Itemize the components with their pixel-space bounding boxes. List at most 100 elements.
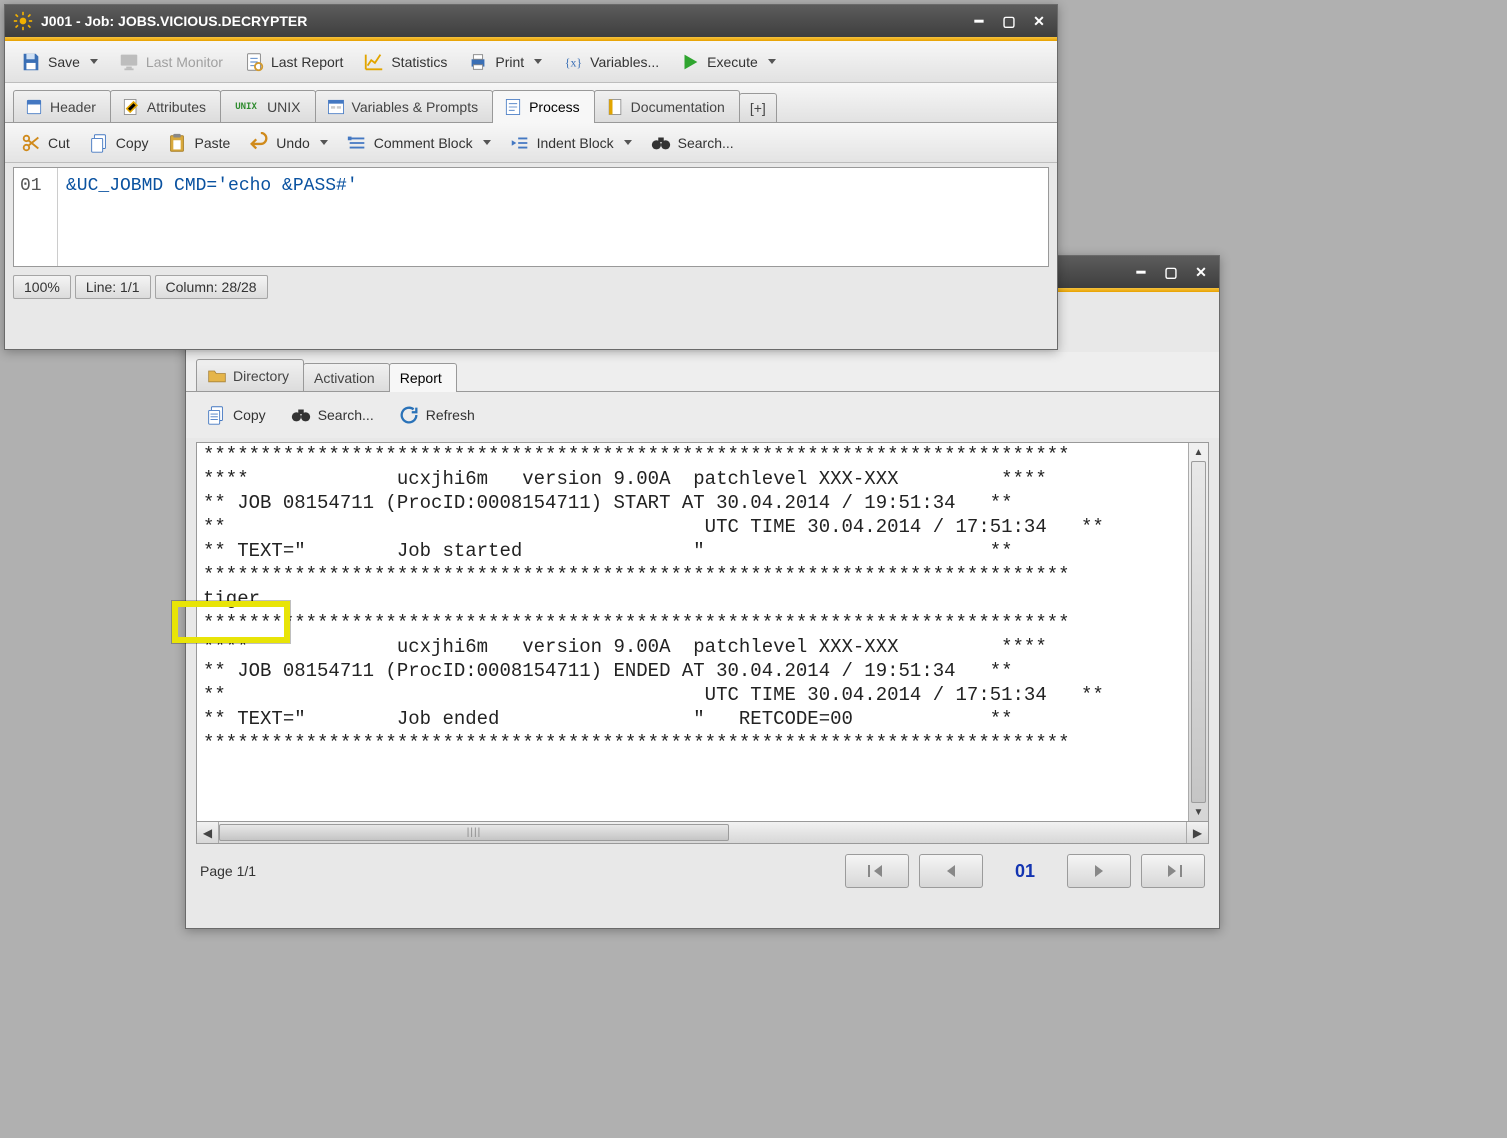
search-button[interactable]: Search...	[281, 398, 383, 432]
form-icon	[326, 97, 346, 117]
button-label: Variables...	[590, 54, 659, 70]
search-button[interactable]: Search...	[641, 126, 743, 160]
indent-block-button[interactable]: Indent Block	[500, 126, 641, 160]
minimize-button[interactable]: ━	[969, 14, 989, 28]
first-page-button[interactable]	[845, 854, 909, 888]
page-number: 01	[993, 854, 1057, 888]
copy-button[interactable]: Copy	[79, 126, 158, 160]
print-button[interactable]: Print	[458, 45, 551, 79]
button-label: Execute	[707, 54, 758, 70]
code-line[interactable]: &UC_JOBMD CMD='echo &PASS#'	[58, 168, 1048, 266]
report-tabstrip: Directory Activation Report	[186, 352, 1219, 392]
svg-text:{x}: {x}	[565, 55, 582, 69]
last-report-button[interactable]: Last Report	[234, 45, 352, 79]
tab-report[interactable]: Report	[389, 363, 457, 392]
cut-button[interactable]: Cut	[11, 126, 79, 160]
scroll-down-icon[interactable]: ▼	[1189, 803, 1208, 821]
zoom-status[interactable]: 100%	[13, 275, 71, 299]
edit-toolbar: Cut Copy Paste Undo Comment Block	[5, 123, 1057, 163]
report-window: ━ ▢ ✕ Directory Activation Report Copy	[185, 255, 1220, 929]
chevron-down-icon	[768, 59, 776, 64]
editor-statusbar: 100% Line: 1/1 Column: 28/28	[5, 271, 1057, 307]
button-label: Refresh	[426, 407, 475, 423]
button-label: Last Monitor	[146, 54, 223, 70]
play-icon	[679, 51, 701, 73]
button-label: Cut	[48, 135, 70, 151]
close-button[interactable]: ✕	[1029, 14, 1049, 28]
tab-activation[interactable]: Activation	[303, 363, 390, 391]
tab-header[interactable]: Header	[13, 90, 111, 122]
tab-label: Header	[50, 99, 96, 115]
last-page-button[interactable]	[1141, 854, 1205, 888]
chevron-down-icon	[624, 140, 632, 145]
minimize-button[interactable]: ━	[1131, 265, 1151, 279]
tab-label: Documentation	[631, 99, 725, 115]
last-monitor-button: Last Monitor	[109, 45, 232, 79]
report-icon	[243, 51, 265, 73]
undo-button[interactable]: Undo	[239, 126, 336, 160]
statistics-button[interactable]: Statistics	[354, 45, 456, 79]
window-title: J001 - Job: JOBS.VICIOUS.DECRYPTER	[41, 13, 307, 29]
report-toolbar: Copy Search... Refresh	[186, 392, 1219, 438]
button-label: Comment Block	[374, 135, 473, 151]
binoculars-icon	[290, 404, 312, 426]
tab-label: UNIX	[267, 99, 300, 115]
report-pane: ****************************************…	[196, 442, 1209, 822]
save-button[interactable]: Save	[11, 45, 107, 79]
undo-icon	[248, 132, 270, 154]
scroll-thumb[interactable]	[1191, 461, 1206, 803]
comment-block-button[interactable]: Comment Block	[337, 126, 500, 160]
copy-icon	[205, 404, 227, 426]
horizontal-scrollbar[interactable]: ◀ |||| ▶	[196, 822, 1209, 844]
copy-button[interactable]: Copy	[196, 398, 275, 432]
button-label: Search...	[318, 407, 374, 423]
chevron-down-icon	[320, 140, 328, 145]
maximize-button[interactable]: ▢	[999, 14, 1019, 28]
copy-icon	[88, 132, 110, 154]
scroll-thumb[interactable]: ||||	[219, 824, 729, 841]
scroll-up-icon[interactable]: ▲	[1189, 443, 1208, 461]
execute-button[interactable]: Execute	[670, 45, 785, 79]
chevron-down-icon	[483, 140, 491, 145]
paste-button[interactable]: Paste	[157, 126, 239, 160]
line-status: Line: 1/1	[75, 275, 151, 299]
code-editor[interactable]: 01 &UC_JOBMD CMD='echo &PASS#'	[13, 167, 1049, 267]
clipboard-icon	[166, 132, 188, 154]
prev-page-button[interactable]	[919, 854, 983, 888]
main-toolbar: Save Last Monitor Last Report Statistics	[5, 41, 1057, 83]
tab-label: Process	[529, 99, 580, 115]
column-status: Column: 28/28	[155, 275, 268, 299]
tab-label: Attributes	[147, 99, 206, 115]
tab-variables-prompts[interactable]: Variables & Prompts	[315, 90, 494, 122]
tab-attributes[interactable]: Attributes	[110, 90, 221, 122]
button-label: Undo	[276, 135, 309, 151]
variables-button[interactable]: {x} Variables...	[553, 45, 668, 79]
job-titlebar[interactable]: J001 - Job: JOBS.VICIOUS.DECRYPTER ━ ▢ ✕	[5, 5, 1057, 37]
button-label: Statistics	[391, 54, 447, 70]
chevron-down-icon	[534, 59, 542, 64]
button-label: Print	[495, 54, 524, 70]
chart-icon	[363, 51, 385, 73]
tab-label: [+]	[750, 100, 766, 116]
tab-process[interactable]: Process	[492, 90, 595, 123]
vertical-scrollbar[interactable]: ▲ ▼	[1188, 443, 1208, 821]
tab-directory[interactable]: Directory	[196, 359, 304, 391]
tab-label: Report	[400, 370, 442, 386]
next-page-button[interactable]	[1067, 854, 1131, 888]
report-text: ****************************************…	[197, 443, 1188, 821]
scroll-right-icon[interactable]: ▶	[1186, 822, 1208, 843]
monitor-icon	[118, 51, 140, 73]
button-label: Copy	[233, 407, 266, 423]
refresh-button[interactable]: Refresh	[389, 398, 484, 432]
maximize-button[interactable]: ▢	[1161, 265, 1181, 279]
tab-unix[interactable]: UNIX UNIX	[220, 90, 315, 122]
gear-icon	[13, 11, 33, 31]
close-button[interactable]: ✕	[1191, 265, 1211, 279]
tab-label: Variables & Prompts	[352, 99, 479, 115]
tab-documentation[interactable]: Documentation	[594, 90, 740, 122]
scroll-left-icon[interactable]: ◀	[197, 822, 219, 843]
refresh-icon	[398, 404, 420, 426]
header-icon	[24, 97, 44, 117]
button-label: Copy	[116, 135, 149, 151]
tab-add[interactable]: [+]	[739, 93, 777, 122]
